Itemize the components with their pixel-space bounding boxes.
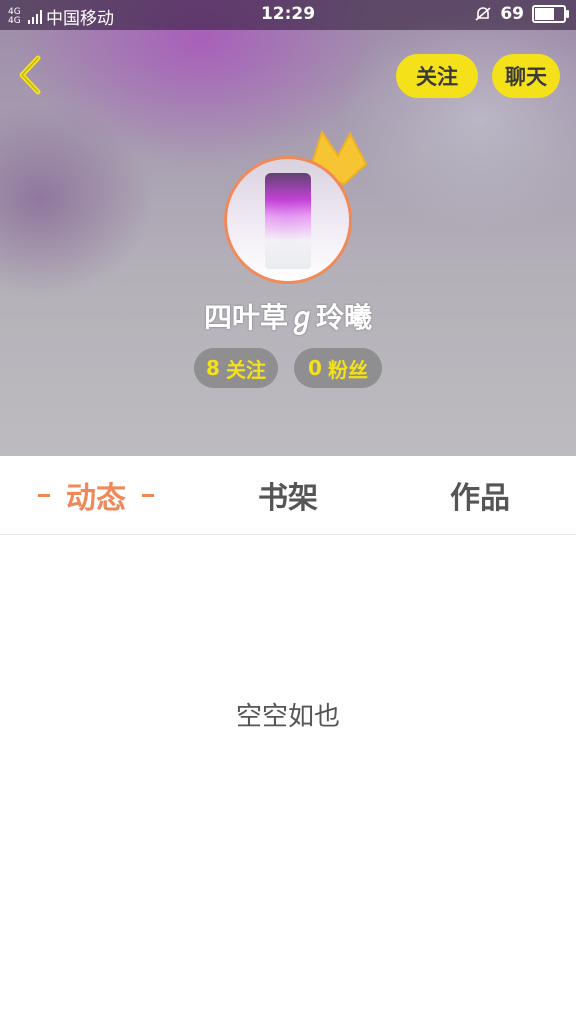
following-count-button[interactable]: 8 关注	[194, 348, 278, 388]
following-count: 8	[206, 356, 220, 380]
tab-bookshelf[interactable]: 书架	[212, 456, 364, 534]
tab-indicator-right	[142, 493, 154, 497]
avatar-drink	[265, 173, 311, 269]
username: 四叶草ℊ玲曦	[203, 301, 372, 334]
status-bar: 4G 4G 中国移动 12:29 69	[0, 0, 576, 30]
fans-count-button[interactable]: 0 粉丝	[294, 348, 382, 388]
empty-state-text: 空空如也	[235, 702, 340, 732]
battery-icon	[532, 5, 569, 23]
tab-works-label: 作品	[450, 481, 510, 516]
bell-off-icon	[475, 7, 491, 21]
profile-header: 4G 4G 中国移动 12:29 69 关注 聊天 四叶草ℊ玲曦 8 关注 0 …	[0, 0, 576, 456]
chat-button[interactable]: 聊天	[492, 54, 560, 98]
tab-works[interactable]: 作品	[404, 456, 556, 534]
following-label: 关注	[225, 357, 266, 382]
tab-indicator-left	[38, 493, 50, 497]
fans-count: 0	[308, 356, 322, 380]
tab-dynamic[interactable]: 动态	[20, 456, 172, 534]
back-button[interactable]	[12, 52, 48, 98]
tab-bookshelf-label: 书架	[258, 481, 318, 516]
follow-button[interactable]: 关注	[396, 54, 478, 98]
status-right: 69	[474, 4, 569, 24]
fans-label: 粉丝	[327, 357, 368, 382]
battery-level: 69	[500, 4, 524, 24]
chevron-left-icon	[19, 55, 41, 95]
avatar[interactable]	[224, 156, 352, 284]
tab-dynamic-label: 动态	[66, 481, 126, 516]
tab-bar: 动态 书架 作品	[0, 456, 576, 535]
avatar-image	[224, 156, 352, 284]
